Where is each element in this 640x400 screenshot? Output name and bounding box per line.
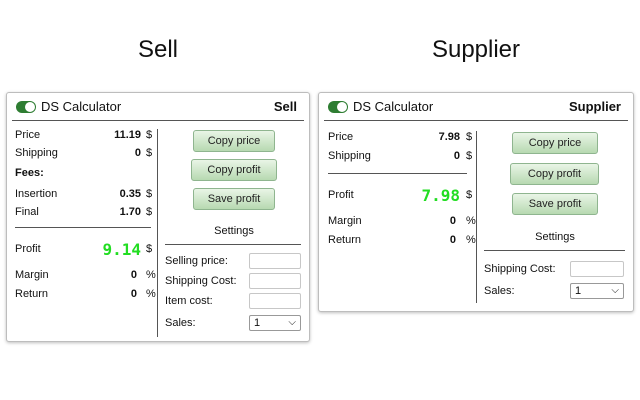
- shipping-cost-input[interactable]: [249, 273, 301, 289]
- shipping-row: Shipping 0 $: [328, 150, 474, 166]
- enable-toggle[interactable]: [16, 101, 36, 113]
- supplier-calculator-panel: DS Calculator Supplier Price 7.98 $ Ship…: [318, 92, 634, 312]
- insertion-label: Insertion: [15, 188, 58, 200]
- price-value: 7.98: [438, 131, 460, 143]
- final-unit: $: [146, 206, 153, 218]
- fees-label: Fees:: [15, 167, 44, 179]
- profit-unit: $: [146, 243, 153, 255]
- mode-label: Supplier: [568, 99, 621, 114]
- app-title: DS Calculator: [41, 99, 122, 114]
- final-label: Final: [15, 206, 39, 218]
- profit-label: Profit: [15, 243, 41, 255]
- return-unit: %: [146, 288, 156, 300]
- item-cost-label: Item cost:: [165, 295, 213, 307]
- shipping-label: Shipping: [328, 150, 371, 162]
- profit-value: 7.98: [421, 186, 460, 205]
- price-label: Price: [15, 129, 41, 141]
- final-value: 1.70: [119, 206, 141, 218]
- profit-value: 9.14: [102, 240, 141, 259]
- margin-value: 0: [130, 269, 137, 281]
- profit-label: Profit: [328, 189, 354, 201]
- insertion-row: Insertion 0.35 $: [15, 188, 155, 204]
- save-profit-button[interactable]: Save profit: [193, 188, 275, 210]
- return-row: Return 0 %: [328, 234, 476, 250]
- margin-label: Margin: [15, 269, 49, 281]
- shipping-value: 0: [453, 150, 460, 162]
- settings-divider: [165, 244, 301, 245]
- return-unit: %: [466, 234, 476, 246]
- profit-divider: [328, 173, 467, 174]
- chevron-down-icon: ⌵: [611, 285, 619, 296]
- sell-caption: Sell: [137, 36, 179, 63]
- column-divider: [476, 131, 477, 303]
- insertion-value: 0.35: [119, 188, 141, 200]
- shipping-unit: $: [146, 147, 153, 159]
- profit-divider: [15, 227, 151, 228]
- margin-unit: %: [466, 215, 476, 227]
- selling-price-label: Selling price:: [165, 255, 228, 267]
- shipping-cost-input[interactable]: [570, 261, 624, 277]
- toggle-knob: [25, 102, 35, 112]
- panel-header: DS Calculator Supplier: [319, 93, 633, 121]
- return-value: 0: [130, 288, 137, 300]
- profit-row: Profit 9.14 $: [15, 240, 155, 260]
- fees-row: Fees:: [15, 167, 155, 183]
- shipping-row: Shipping 0 $: [15, 147, 155, 163]
- return-row: Return 0 %: [15, 288, 156, 304]
- sales-label: Sales:: [484, 285, 515, 297]
- enable-toggle[interactable]: [328, 101, 348, 113]
- return-label: Return: [328, 234, 362, 246]
- chevron-down-icon: ⌵: [288, 317, 296, 328]
- copy-profit-button[interactable]: Copy profit: [191, 159, 277, 181]
- sell-calculator-panel: DS Calculator Sell Price 11.19 $ Shippin…: [6, 92, 310, 342]
- margin-row: Margin 0 %: [328, 215, 476, 231]
- shipping-label: Shipping: [15, 147, 58, 159]
- profit-unit: $: [466, 189, 473, 201]
- save-profit-button[interactable]: Save profit: [512, 193, 598, 215]
- supplier-caption: Supplier: [431, 36, 521, 63]
- settings-title: Settings: [535, 231, 575, 243]
- margin-value: 0: [449, 215, 456, 227]
- final-row: Final 1.70 $: [15, 206, 155, 222]
- margin-label: Margin: [328, 215, 362, 227]
- price-value: 11.19: [114, 129, 141, 141]
- sales-select[interactable]: 1 ⌵: [249, 315, 301, 331]
- sales-select-value: 1: [575, 285, 582, 297]
- copy-profit-button[interactable]: Copy profit: [510, 163, 599, 185]
- price-unit: $: [466, 131, 473, 143]
- toggle-knob: [337, 102, 347, 112]
- header-divider: [324, 120, 628, 121]
- header-divider: [12, 120, 304, 121]
- shipping-unit: $: [466, 150, 473, 162]
- shipping-value: 0: [134, 147, 141, 159]
- selling-price-input[interactable]: [249, 253, 301, 269]
- copy-price-button[interactable]: Copy price: [193, 130, 275, 152]
- shipping-cost-label: Shipping Cost:: [165, 275, 237, 287]
- return-label: Return: [15, 288, 49, 300]
- sales-select-value: 1: [254, 317, 261, 329]
- price-unit: $: [146, 129, 153, 141]
- item-cost-input[interactable]: [249, 293, 301, 309]
- profit-row: Profit 7.98 $: [328, 186, 474, 206]
- sales-label: Sales:: [165, 317, 196, 329]
- column-divider: [157, 129, 158, 337]
- copy-price-button[interactable]: Copy price: [512, 132, 598, 154]
- return-value: 0: [449, 234, 456, 246]
- margin-row: Margin 0 %: [15, 269, 156, 285]
- settings-title: Settings: [214, 225, 254, 237]
- mode-label: Sell: [273, 99, 297, 114]
- price-row: Price 7.98 $: [328, 131, 474, 147]
- insertion-unit: $: [146, 188, 153, 200]
- price-label: Price: [328, 131, 354, 143]
- panel-header: DS Calculator Sell: [7, 93, 309, 121]
- shipping-cost-label: Shipping Cost:: [484, 263, 556, 275]
- price-row: Price 11.19 $: [15, 129, 155, 145]
- app-title: DS Calculator: [353, 99, 434, 114]
- settings-divider: [484, 250, 625, 251]
- margin-unit: %: [146, 269, 156, 281]
- sales-select[interactable]: 1 ⌵: [570, 283, 624, 299]
